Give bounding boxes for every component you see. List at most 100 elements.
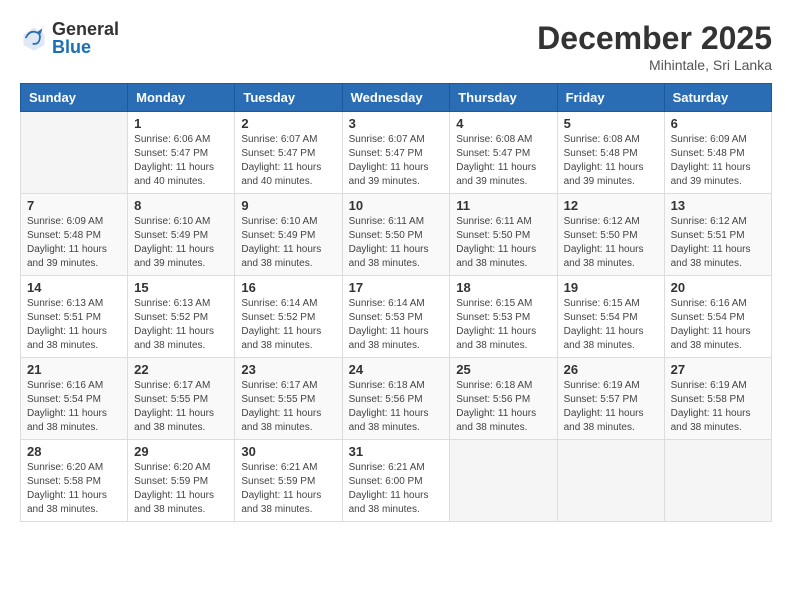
calendar-cell: 7Sunrise: 6:09 AMSunset: 5:48 PMDaylight… [21, 194, 128, 276]
day-number: 20 [671, 280, 765, 295]
day-number: 1 [134, 116, 228, 131]
day-number: 18 [456, 280, 550, 295]
calendar-cell: 12 Sunrise: 6:12 AMSunset: 5:50 PMDayligh… [557, 194, 664, 276]
calendar-cell: 31 Sunrise: 6:21 AMSunset: 6:00 PMDayligh… [342, 440, 450, 522]
day-number: 29 [134, 444, 228, 459]
day-number: 11 [456, 198, 550, 213]
day-number: 30 [241, 444, 335, 459]
day-info: Sunrise: 6:16 AMSunset: 5:54 PMDaylight:… [27, 379, 121, 435]
day-info: Sunrise: 6:07 AMSunset: 5:47 PMDaylight:… [241, 133, 335, 189]
day-header-saturday: Saturday [664, 84, 771, 112]
calendar-table: SundayMondayTuesdayWednesdayThursdayFrid… [20, 83, 772, 522]
calendar-cell: 16 Sunrise: 6:14 AMSunset: 5:52 PMDayligh… [235, 276, 342, 358]
day-header-friday: Friday [557, 84, 664, 112]
calendar-cell: 15 Sunrise: 6:13 AMSunset: 5:52 PMDayligh… [128, 276, 235, 358]
calendar-header-row: SundayMondayTuesdayWednesdayThursdayFrid… [21, 84, 772, 112]
day-number: 16 [241, 280, 335, 295]
day-number: 26 [564, 362, 658, 377]
day-info: Sunrise: 6:14 AMSunset: 5:52 PMDaylight:… [241, 297, 335, 353]
calendar-cell: 26 Sunrise: 6:19 AMSunset: 5:57 PMDayligh… [557, 358, 664, 440]
day-info: Sunrise: 6:17 AMSunset: 5:55 PMDaylight:… [241, 379, 335, 435]
calendar-week-row: 1 Sunrise: 6:06 AMSunset: 5:47 PMDaylight… [21, 112, 772, 194]
calendar-cell: 18 Sunrise: 6:15 AMSunset: 5:53 PMDayligh… [450, 276, 557, 358]
day-info: Sunrise: 6:12 AMSunset: 5:50 PMDaylight:… [564, 215, 658, 271]
calendar-cell: 1 Sunrise: 6:06 AMSunset: 5:47 PMDaylight… [128, 112, 235, 194]
calendar-cell: 4Sunrise: 6:08 AMSunset: 5:47 PMDaylight… [450, 112, 557, 194]
day-info: Sunrise: 6:15 AMSunset: 5:53 PMDaylight:… [456, 297, 550, 353]
calendar-cell: 13 Sunrise: 6:12 AMSunset: 5:51 PMDayligh… [664, 194, 771, 276]
day-number: 24 [349, 362, 444, 377]
day-number: 28 [27, 444, 121, 459]
calendar-cell [450, 440, 557, 522]
calendar-cell [664, 440, 771, 522]
day-number: 19 [564, 280, 658, 295]
day-info: Sunrise: 6:18 AMSunset: 5:56 PMDaylight:… [349, 379, 444, 435]
day-info: Sunrise: 6:06 AMSunset: 5:47 PMDaylight:… [134, 133, 228, 189]
day-header-sunday: Sunday [21, 84, 128, 112]
day-number: 23 [241, 362, 335, 377]
logo-text: General Blue [52, 20, 119, 56]
day-info: Sunrise: 6:15 AMSunset: 5:54 PMDaylight:… [564, 297, 658, 353]
logo-blue: Blue [52, 38, 119, 56]
day-info: Sunrise: 6:12 AMSunset: 5:51 PMDaylight:… [671, 215, 765, 271]
day-number: 21 [27, 362, 121, 377]
logo[interactable]: General Blue [20, 20, 119, 56]
calendar-cell: 6Sunrise: 6:09 AMSunset: 5:48 PMDaylight… [664, 112, 771, 194]
calendar-cell: 25Sunrise: 6:18 AMSunset: 5:56 PMDayligh… [450, 358, 557, 440]
calendar-cell: 3 Sunrise: 6:07 AMSunset: 5:47 PMDaylight… [342, 112, 450, 194]
calendar-week-row: 7Sunrise: 6:09 AMSunset: 5:48 PMDaylight… [21, 194, 772, 276]
day-info: Sunrise: 6:21 AMSunset: 6:00 PMDaylight:… [349, 461, 444, 517]
day-info: Sunrise: 6:17 AMSunset: 5:55 PMDaylight:… [134, 379, 228, 435]
calendar-cell: 14 Sunrise: 6:13 AMSunset: 5:51 PMDayligh… [21, 276, 128, 358]
day-info: Sunrise: 6:21 AMSunset: 5:59 PMDaylight:… [241, 461, 335, 517]
day-number: 31 [349, 444, 444, 459]
calendar-week-row: 14 Sunrise: 6:13 AMSunset: 5:51 PMDayligh… [21, 276, 772, 358]
day-info: Sunrise: 6:08 AMSunset: 5:47 PMDaylight:… [456, 133, 550, 189]
day-info: Sunrise: 6:10 AMSunset: 5:49 PMDaylight:… [134, 215, 228, 271]
logo-icon [20, 24, 48, 52]
calendar-cell: 11 Sunrise: 6:11 AMSunset: 5:50 PMDayligh… [450, 194, 557, 276]
calendar-cell [21, 112, 128, 194]
day-number: 13 [671, 198, 765, 213]
day-number: 15 [134, 280, 228, 295]
title-block: December 2025 Mihintale, Sri Lanka [537, 20, 772, 73]
day-header-thursday: Thursday [450, 84, 557, 112]
day-info: Sunrise: 6:19 AMSunset: 5:58 PMDaylight:… [671, 379, 765, 435]
day-info: Sunrise: 6:11 AMSunset: 5:50 PMDaylight:… [349, 215, 444, 271]
day-header-tuesday: Tuesday [235, 84, 342, 112]
calendar-cell: 28 Sunrise: 6:20 AMSunset: 5:58 PMDayligh… [21, 440, 128, 522]
day-info: Sunrise: 6:13 AMSunset: 5:51 PMDaylight:… [27, 297, 121, 353]
day-info: Sunrise: 6:08 AMSunset: 5:48 PMDaylight:… [564, 133, 658, 189]
day-header-wednesday: Wednesday [342, 84, 450, 112]
day-info: Sunrise: 6:13 AMSunset: 5:52 PMDaylight:… [134, 297, 228, 353]
calendar-cell: 20 Sunrise: 6:16 AMSunset: 5:54 PMDayligh… [664, 276, 771, 358]
page-header: General Blue December 2025 Mihintale, Sr… [20, 20, 772, 73]
day-info: Sunrise: 6:19 AMSunset: 5:57 PMDaylight:… [564, 379, 658, 435]
day-number: 3 [349, 116, 444, 131]
calendar-cell: 8 Sunrise: 6:10 AMSunset: 5:49 PMDaylight… [128, 194, 235, 276]
day-info: Sunrise: 6:11 AMSunset: 5:50 PMDaylight:… [456, 215, 550, 271]
day-header-monday: Monday [128, 84, 235, 112]
day-info: Sunrise: 6:16 AMSunset: 5:54 PMDaylight:… [671, 297, 765, 353]
calendar-cell: 22Sunrise: 6:17 AMSunset: 5:55 PMDayligh… [128, 358, 235, 440]
day-number: 8 [134, 198, 228, 213]
day-number: 14 [27, 280, 121, 295]
day-info: Sunrise: 6:20 AMSunset: 5:58 PMDaylight:… [27, 461, 121, 517]
day-number: 10 [349, 198, 444, 213]
calendar-cell: 5Sunrise: 6:08 AMSunset: 5:48 PMDaylight… [557, 112, 664, 194]
calendar-week-row: 28 Sunrise: 6:20 AMSunset: 5:58 PMDayligh… [21, 440, 772, 522]
calendar-cell: 23 Sunrise: 6:17 AMSunset: 5:55 PMDayligh… [235, 358, 342, 440]
logo-general: General [52, 20, 119, 38]
day-number: 12 [564, 198, 658, 213]
day-info: Sunrise: 6:10 AMSunset: 5:49 PMDaylight:… [241, 215, 335, 271]
calendar-cell: 10 Sunrise: 6:11 AMSunset: 5:50 PMDayligh… [342, 194, 450, 276]
calendar-week-row: 21 Sunrise: 6:16 AMSunset: 5:54 PMDayligh… [21, 358, 772, 440]
day-number: 6 [671, 116, 765, 131]
calendar-cell: 17Sunrise: 6:14 AMSunset: 5:53 PMDayligh… [342, 276, 450, 358]
month-title: December 2025 [537, 20, 772, 57]
calendar-cell: 9Sunrise: 6:10 AMSunset: 5:49 PMDaylight… [235, 194, 342, 276]
calendar-cell: 2Sunrise: 6:07 AMSunset: 5:47 PMDaylight… [235, 112, 342, 194]
calendar-cell: 27Sunrise: 6:19 AMSunset: 5:58 PMDayligh… [664, 358, 771, 440]
day-info: Sunrise: 6:07 AMSunset: 5:47 PMDaylight:… [349, 133, 444, 189]
day-info: Sunrise: 6:14 AMSunset: 5:53 PMDaylight:… [349, 297, 444, 353]
